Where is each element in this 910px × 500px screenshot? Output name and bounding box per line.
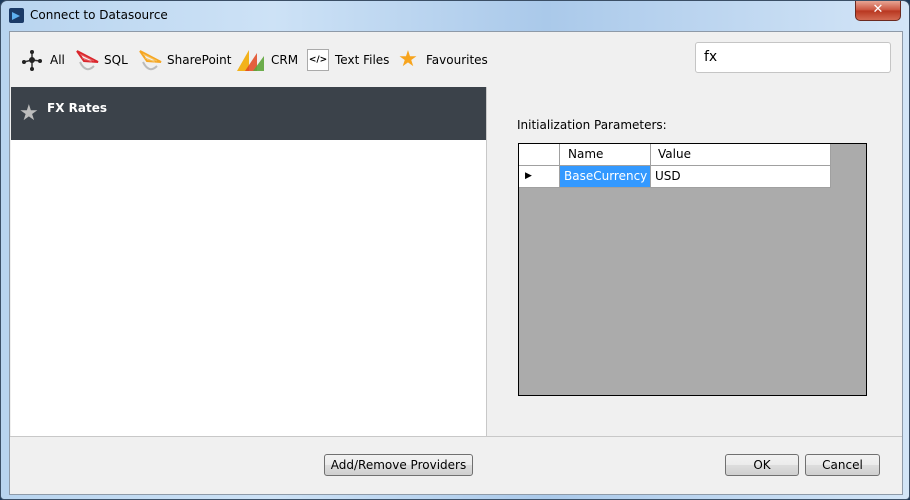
filter-favourites[interactable]: ★ Favourites: [396, 48, 488, 72]
provider-filter-toolbar: All SQL SharePoint CRM </> Text Files ★ …: [10, 32, 902, 87]
star-icon: ★: [19, 101, 39, 126]
sharepoint-icon: [137, 48, 162, 72]
param-name-cell[interactable]: BaseCurrency: [560, 166, 651, 188]
table-row[interactable]: ▶ BaseCurrency USD: [519, 166, 831, 188]
init-params-label: Initialization Parameters:: [517, 118, 667, 132]
row-indicator-icon[interactable]: ▶: [519, 166, 560, 188]
grid-corner-header: [519, 144, 560, 166]
window-title: Connect to Datasource: [30, 8, 168, 22]
sql-server-icon: [74, 48, 99, 72]
filter-crm[interactable]: CRM: [235, 48, 298, 72]
crm-icon: [235, 48, 265, 72]
parameters-grid: Name Value ▶ BaseCurrency USD: [518, 143, 867, 396]
ok-button[interactable]: OK: [725, 454, 799, 476]
filter-text-files-label: Text Files: [335, 53, 390, 67]
dialog-window: Connect to Datasource ✕ All SQL SharePoi…: [0, 0, 910, 500]
filter-sql-label: SQL: [104, 53, 128, 67]
column-header-value[interactable]: Value: [651, 144, 831, 166]
search-box[interactable]: [695, 42, 891, 73]
filter-favourites-label: Favourites: [426, 53, 488, 67]
cancel-button[interactable]: Cancel: [805, 454, 880, 476]
filter-sql[interactable]: SQL: [74, 48, 128, 72]
dialog-client: All SQL SharePoint CRM </> Text Files ★ …: [9, 31, 903, 495]
provider-list: ★ FX Rates: [11, 87, 487, 437]
filter-text-files[interactable]: </> Text Files: [307, 48, 389, 72]
param-value-cell[interactable]: USD: [651, 166, 831, 188]
app-icon: [9, 8, 24, 23]
network-icon: [20, 48, 44, 72]
code-icon: </>: [307, 49, 329, 71]
filter-all-label: All: [50, 53, 65, 67]
filter-all[interactable]: All: [20, 48, 65, 72]
column-header-name[interactable]: Name: [560, 144, 651, 166]
close-button[interactable]: ✕: [855, 1, 901, 21]
title-bar[interactable]: Connect to Datasource ✕: [1, 1, 909, 31]
star-icon: ★: [398, 47, 418, 72]
provider-name: FX Rates: [47, 101, 107, 115]
filter-sharepoint[interactable]: SharePoint: [137, 48, 231, 72]
add-remove-providers-button[interactable]: Add/Remove Providers: [324, 454, 473, 476]
search-input[interactable]: [704, 49, 882, 65]
filter-crm-label: CRM: [271, 53, 299, 67]
grid-header-row: Name Value: [519, 144, 831, 166]
filter-sharepoint-label: SharePoint: [167, 53, 232, 67]
bottom-divider: [10, 436, 902, 437]
parameters-pane: Initialization Parameters: Name Value ▶ …: [487, 87, 902, 436]
provider-item-fx-rates[interactable]: ★ FX Rates: [11, 87, 486, 140]
